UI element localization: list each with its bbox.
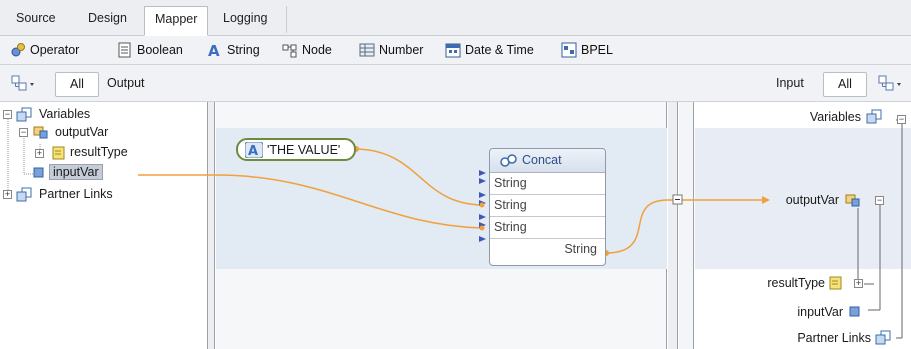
- concat-header[interactable]: Concat: [490, 149, 605, 173]
- inputvar-icon: [849, 306, 861, 321]
- concat-input-1[interactable]: String: [490, 173, 605, 195]
- partner-links-icon: [875, 330, 895, 349]
- concat-icon: [500, 153, 518, 172]
- collapse-outputvar-right-toggle[interactable]: −: [875, 196, 884, 205]
- literal-value[interactable]: 'THE VALUE': [267, 143, 340, 157]
- tree-item-partner-links-right[interactable]: Partner Links: [797, 331, 871, 345]
- concat-input-3[interactable]: String: [490, 217, 605, 239]
- concat-function-node[interactable]: Concat String String String String: [489, 148, 606, 266]
- tree-item-resulttype-right[interactable]: resultType: [767, 276, 825, 290]
- resulttype-icon: [828, 275, 844, 294]
- concat-title: Concat: [522, 153, 562, 167]
- outputvar-icon: [844, 192, 864, 211]
- expand-resulttype-right-toggle[interactable]: +: [854, 279, 863, 288]
- tree-item-outputvar-right[interactable]: outputVar: [786, 193, 839, 207]
- svg-text:A: A: [248, 144, 258, 158]
- concat-output[interactable]: String: [490, 239, 605, 261]
- wire-literal-concat: [355, 148, 483, 206]
- literal-string-node[interactable]: A 'THE VALUE': [236, 138, 356, 161]
- wire-inputvar-concat: [138, 174, 483, 229]
- string-literal-icon: A: [244, 141, 264, 161]
- tree-item-variables-right[interactable]: Variables: [810, 110, 861, 124]
- input-tree: Variables − outputVar − resultType + inp…: [695, 102, 911, 349]
- variables-icon: [866, 109, 886, 128]
- collapse-variables-right-toggle[interactable]: −: [897, 115, 906, 124]
- concat-input-2[interactable]: String: [490, 195, 605, 217]
- tree-item-inputvar-right[interactable]: inputVar: [797, 305, 843, 319]
